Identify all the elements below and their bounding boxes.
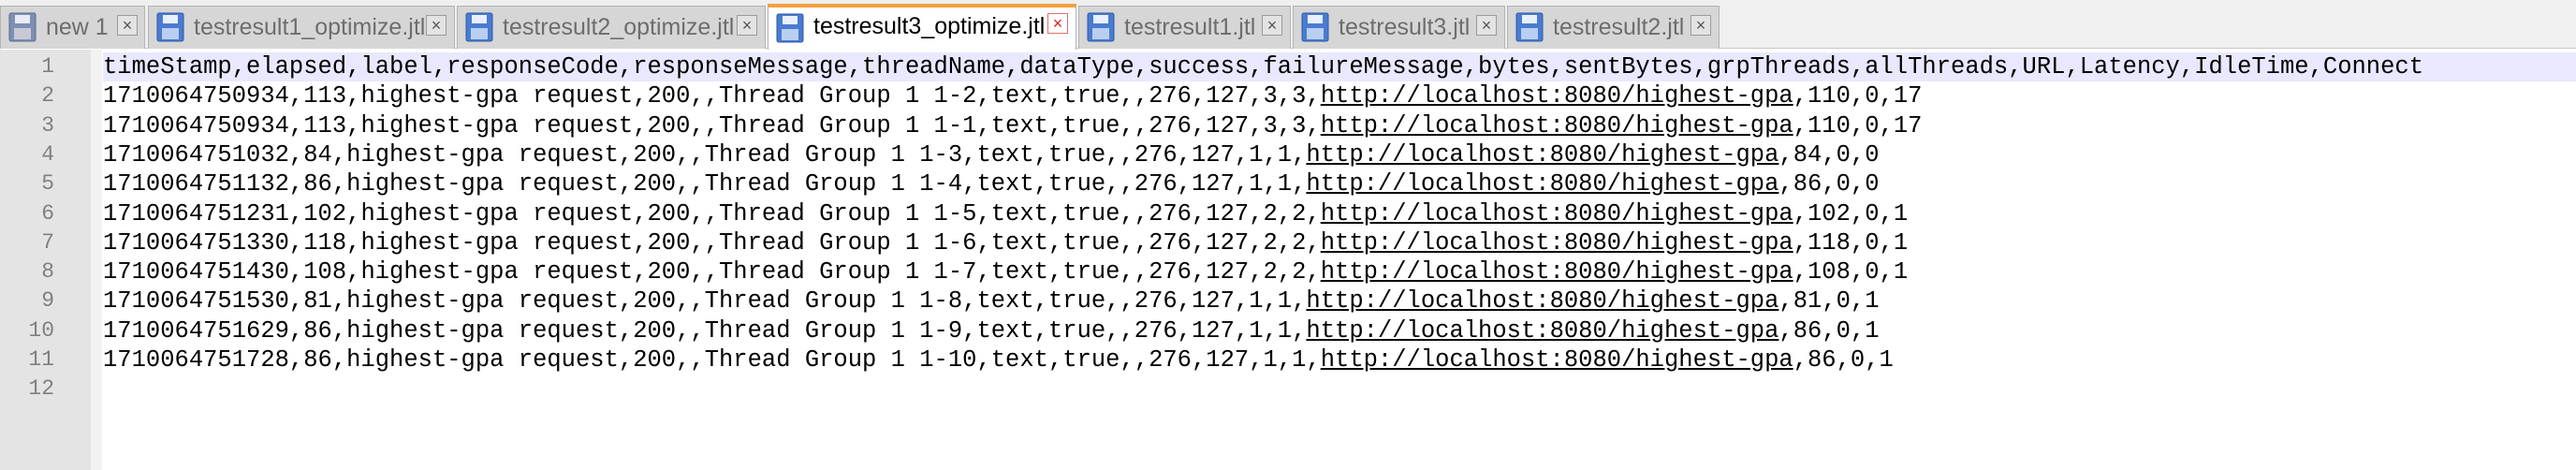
code-text: 1710064751231,102,highest-gpa request,20… xyxy=(103,199,1321,228)
url-link[interactable]: http://localhost:8080/highest-gpa xyxy=(1306,141,1778,169)
close-tab-button[interactable]: × xyxy=(426,15,446,36)
tab-testresult1-optimize[interactable]: testresult1_optimize.jtl × xyxy=(148,6,455,49)
floppy-disk-icon xyxy=(156,12,184,42)
tab-label: testresult3.jtl xyxy=(1339,14,1471,40)
tab-testresult2[interactable]: testresult2.jtl × xyxy=(1507,6,1720,49)
code-text: 1710064751330,118,highest-gpa request,20… xyxy=(103,228,1321,257)
code-line-current[interactable]: timeStamp,elapsed,label,responseCode,res… xyxy=(103,52,2576,81)
line-number: 12 xyxy=(28,376,54,402)
code-text: ,86,0,0 xyxy=(1778,170,1880,198)
code-text: ,110,0,17 xyxy=(1793,82,1923,110)
line-number: 2 xyxy=(41,83,54,109)
code-text: ,84,0,0 xyxy=(1778,140,1880,169)
fold-margin[interactable] xyxy=(91,50,102,470)
url-link[interactable]: http://localhost:8080/highest-gpa xyxy=(1321,200,1793,228)
code-text: 1710064751728,86,highest-gpa request,200… xyxy=(103,346,1321,374)
code-line[interactable]: 1710064751330,118,highest-gpa request,20… xyxy=(103,228,1908,257)
close-tab-button[interactable]: × xyxy=(1262,15,1282,36)
code-line[interactable]: 1710064751032,84,highest-gpa request,200… xyxy=(103,140,1880,169)
close-tab-button[interactable]: × xyxy=(1476,15,1497,36)
code-text: ,108,0,1 xyxy=(1793,258,1909,286)
code-text: ,110,0,17 xyxy=(1793,111,1923,140)
line-number: 6 xyxy=(41,200,54,226)
url-link[interactable]: http://localhost:8080/highest-gpa xyxy=(1321,258,1793,286)
code-text: ,102,0,1 xyxy=(1793,199,1909,228)
line-number: 11 xyxy=(28,347,54,372)
line-number: 4 xyxy=(41,141,54,167)
floppy-disk-icon xyxy=(1301,12,1329,42)
code-text: 1710064751629,86,highest-gpa request,200… xyxy=(103,316,1307,345)
line-number: 3 xyxy=(41,112,54,138)
close-tab-button[interactable]: × xyxy=(737,15,757,36)
code-text: ,81,0,1 xyxy=(1778,287,1880,316)
tab-label: testresult2_optimize.jtl xyxy=(503,14,735,40)
code-line[interactable]: 1710064751530,81,highest-gpa request,200… xyxy=(103,286,1880,316)
line-number: 7 xyxy=(41,229,54,255)
floppy-disk-icon xyxy=(8,12,37,42)
line-number: 5 xyxy=(41,171,54,197)
tab-testresult1[interactable]: testresult1.jtl × xyxy=(1078,6,1291,49)
tab-new-1[interactable]: new 1 × xyxy=(0,6,145,49)
code-line[interactable]: 1710064751728,86,highest-gpa request,200… xyxy=(103,345,1894,375)
code-text: ,86,0,1 xyxy=(1778,316,1880,345)
url-link[interactable]: http://localhost:8080/highest-gpa xyxy=(1321,346,1793,374)
url-link[interactable]: http://localhost:8080/highest-gpa xyxy=(1321,229,1793,257)
code-line[interactable]: 1710064751430,108,highest-gpa request,20… xyxy=(103,257,1908,286)
line-number: 10 xyxy=(28,317,54,343)
tab-label: testresult3_optimize.jtl xyxy=(813,13,1046,39)
tab-bar: new 1 × testresult1_optimize.jtl × testr… xyxy=(0,0,2576,50)
tab-testresult2-optimize[interactable]: testresult2_optimize.jtl × xyxy=(457,6,766,49)
code-text: ,86,0,1 xyxy=(1793,346,1894,374)
code-line[interactable]: 1710064751629,86,highest-gpa request,200… xyxy=(103,316,1880,345)
line-number: 8 xyxy=(41,259,54,285)
url-link[interactable]: http://localhost:8080/highest-gpa xyxy=(1306,317,1778,345)
tab-label: testresult1_optimize.jtl xyxy=(194,14,426,40)
code-line[interactable]: 1710064750934,113,highest-gpa request,20… xyxy=(103,111,1922,140)
line-number: 9 xyxy=(41,288,54,314)
code-text: timeStamp,elapsed,label,responseCode,res… xyxy=(103,53,2424,81)
url-link[interactable]: http://localhost:8080/highest-gpa xyxy=(1306,287,1778,315)
tab-testresult3[interactable]: testresult3.jtl × xyxy=(1293,6,1505,49)
url-link[interactable]: http://localhost:8080/highest-gpa xyxy=(1306,170,1778,198)
code-line[interactable]: 1710064751132,86,highest-gpa request,200… xyxy=(103,169,1880,198)
code-line[interactable]: 1710064751231,102,highest-gpa request,20… xyxy=(103,199,1908,228)
line-number: 1 xyxy=(41,54,54,79)
close-tab-button[interactable]: × xyxy=(1690,15,1711,36)
code-text: 1710064751132,86,highest-gpa request,200… xyxy=(103,170,1307,198)
tab-testresult3-optimize[interactable]: testresult3_optimize.jtl × xyxy=(768,4,1076,50)
code-text: 1710064750934,113,highest-gpa request,20… xyxy=(103,111,1321,140)
close-tab-button[interactable]: × xyxy=(117,15,138,36)
code-text: ,118,0,1 xyxy=(1793,228,1909,257)
floppy-disk-icon xyxy=(776,13,804,43)
tab-label: testresult2.jtl xyxy=(1553,14,1685,40)
url-link[interactable]: http://localhost:8080/highest-gpa xyxy=(1321,82,1793,110)
close-tab-button[interactable]: × xyxy=(1047,13,1068,34)
floppy-disk-icon xyxy=(1515,12,1544,42)
code-text: 1710064751530,81,highest-gpa request,200… xyxy=(103,287,1307,316)
code-text: 1710064751032,84,highest-gpa request,200… xyxy=(103,140,1307,169)
tab-label: testresult1.jtl xyxy=(1124,14,1256,40)
tab-label: new 1 xyxy=(46,14,109,40)
code-text: 1710064751430,108,highest-gpa request,20… xyxy=(103,258,1321,286)
floppy-disk-icon xyxy=(465,12,493,42)
floppy-disk-icon xyxy=(1087,12,1115,42)
url-link[interactable]: http://localhost:8080/highest-gpa xyxy=(1321,112,1793,140)
code-text: 1710064750934,113,highest-gpa request,20… xyxy=(103,82,1321,110)
code-line[interactable]: 1710064750934,113,highest-gpa request,20… xyxy=(103,81,1922,110)
